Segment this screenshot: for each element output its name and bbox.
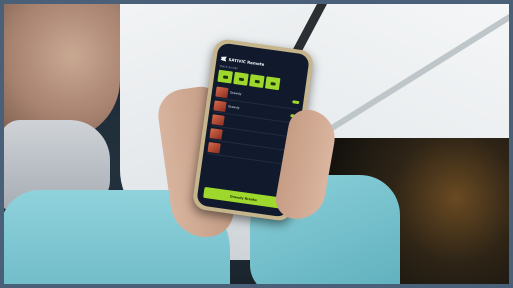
item-title [226,120,286,128]
primary-action-button[interactable]: Orawdy Breaks [203,186,284,209]
quick-button-icon [238,76,244,81]
quick-button[interactable] [249,74,265,88]
quick-button-icon [270,81,276,86]
quick-button-icon [222,74,228,79]
item-thumbnail [209,127,223,140]
photo-scene: SATIVIC Remote Quick access Orawdy Orawd… [0,0,513,288]
quick-button-icon [254,79,260,83]
item-title [222,148,282,156]
item-subtitle [226,121,286,129]
person-head [0,0,120,140]
item-thumbnail [215,86,229,98]
item-thumbnail [211,113,225,126]
item-toggle[interactable] [292,100,300,105]
quick-button[interactable] [264,76,281,91]
quick-button[interactable] [233,71,249,86]
item-subtitle [224,135,284,143]
app-logo-icon [220,56,227,62]
item-thumbnail [213,99,227,112]
item-subtitle [222,149,282,157]
quick-button[interactable] [217,69,233,84]
item-title [224,134,284,142]
item-thumbnail [207,141,221,154]
